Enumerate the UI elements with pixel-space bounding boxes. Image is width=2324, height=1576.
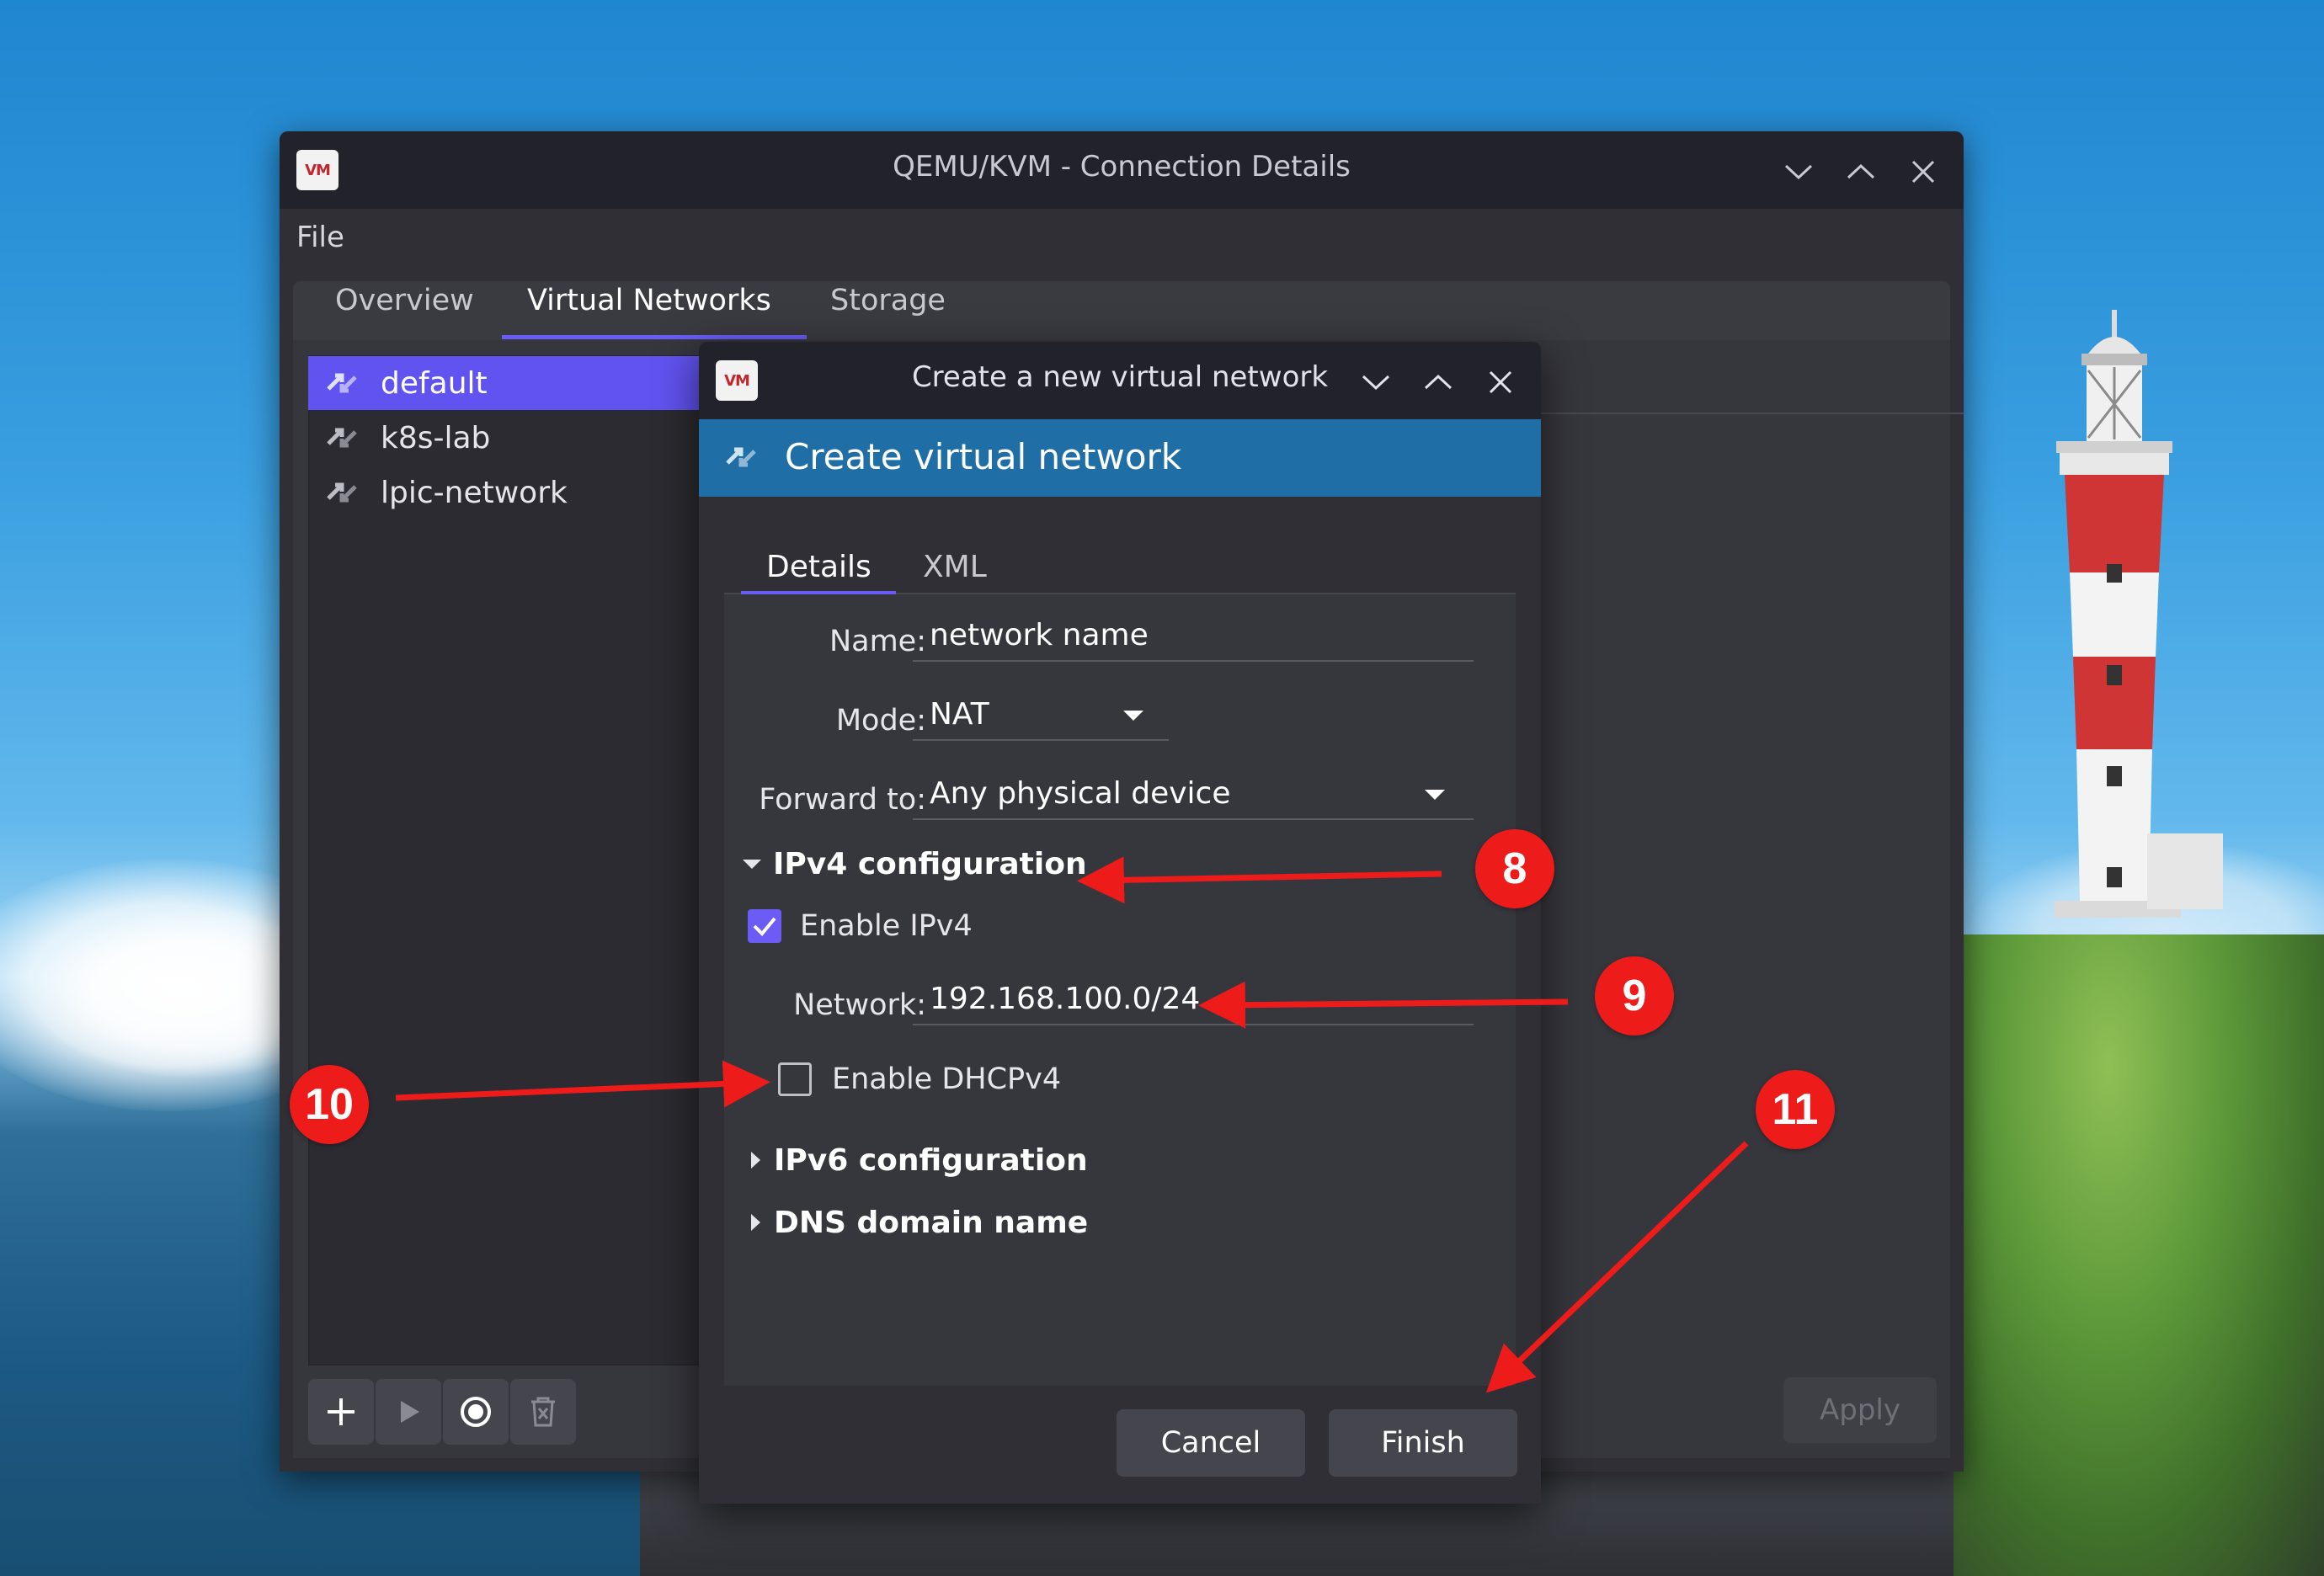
annotation-arrow-10	[395, 1060, 770, 1108]
annotation-badge-9: 9	[1595, 956, 1674, 1036]
annotation-badge-10: 10	[290, 1065, 369, 1144]
annotation-arrow-11	[1485, 1141, 1749, 1393]
annotation-arrow-8	[1077, 856, 1442, 904]
annotation-badge-8: 8	[1475, 829, 1554, 908]
annotation-arrows	[395, 856, 1749, 1393]
annotation-badge-11: 11	[1756, 1070, 1835, 1149]
annotation-arrow-9	[1198, 981, 1569, 1029]
